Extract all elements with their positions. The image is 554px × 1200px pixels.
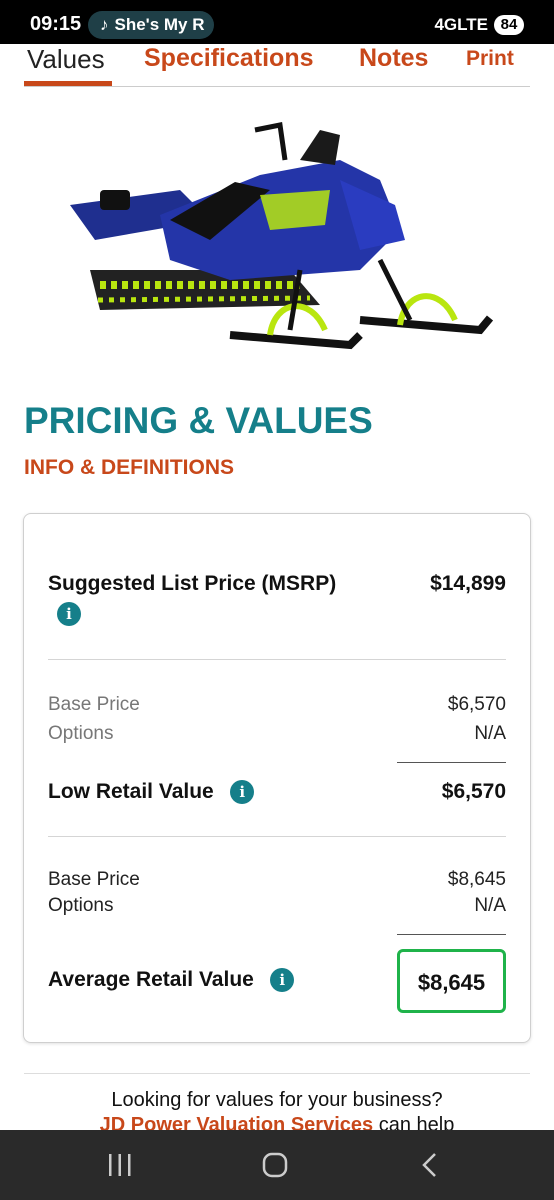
avg-retail-row: Average Retail Value i: [48, 967, 370, 996]
low-retail-label: Low Retail Value: [48, 780, 214, 803]
promo-text: Looking for values for your business?: [111, 1089, 443, 1111]
msrp-info-icon[interactable]: i: [57, 602, 81, 626]
back-icon[interactable]: [413, 1150, 447, 1180]
now-playing-chip[interactable]: ♪ She's My R: [88, 11, 214, 39]
avg-options-label: Options: [48, 895, 114, 916]
tab-print[interactable]: Print: [466, 47, 514, 71]
tab-divider: [24, 86, 530, 87]
clock: 09:15: [30, 13, 82, 35]
snowmobile-image: [70, 122, 494, 350]
low-retail-info-icon[interactable]: i: [230, 779, 255, 804]
low-options-row: Options N/A: [48, 723, 506, 747]
low-base-price-label: Base Price: [48, 694, 140, 715]
system-nav-bar: [0, 1130, 554, 1200]
avg-retail-highlight: $8,645: [397, 949, 506, 1013]
subtotal-divider: [397, 762, 506, 763]
msrp-row: Suggested List Price (MSRP) $14,899 i: [48, 572, 506, 632]
avg-base-price-value: $8,645: [447, 869, 506, 890]
tab-bar: Values Specifications Notes Print: [0, 44, 554, 88]
low-base-price-value: $6,570: [447, 694, 506, 715]
info-definitions-link[interactable]: INFO & DEFINITIONS: [24, 456, 234, 480]
pricing-values-heading: PRICING & VALUES: [24, 400, 373, 441]
tab-values[interactable]: Values: [27, 44, 105, 75]
card-divider: [48, 836, 506, 837]
low-retail-value: $6,570: [441, 780, 506, 803]
tab-specifications[interactable]: Specifications: [144, 44, 314, 73]
avg-retail-value: $8,645: [417, 970, 486, 995]
avg-options-row: Options N/A: [48, 895, 506, 919]
battery-indicator: 84: [494, 15, 524, 35]
avg-retail-label: Average Retail Value: [48, 968, 254, 991]
avg-options-value: N/A: [474, 895, 506, 916]
avg-retail-info-icon[interactable]: i: [270, 967, 295, 992]
music-note-icon: ♪: [100, 15, 109, 34]
status-bar: 09:15 ♪ She's My R 4GLTE 84: [0, 0, 554, 44]
home-icon[interactable]: [258, 1150, 292, 1180]
recent-apps-icon[interactable]: [103, 1150, 137, 1180]
low-retail-row: Low Retail Value i $6,570: [48, 779, 506, 808]
now-playing-title: She's My R: [114, 15, 205, 34]
low-base-row: Base Price $6,570: [48, 694, 506, 718]
section-divider: [24, 1073, 530, 1074]
avg-base-price-label: Base Price: [48, 869, 140, 890]
card-divider: [48, 659, 506, 660]
pricing-card: Suggested List Price (MSRP) $14,899 i Ba…: [23, 513, 531, 1043]
network-type: 4GLTE: [434, 15, 488, 34]
msrp-value: $14,899: [430, 572, 506, 595]
tab-notes[interactable]: Notes: [359, 44, 428, 73]
avg-base-row: Base Price $8,645: [48, 869, 506, 893]
subtotal-divider: [397, 934, 506, 935]
low-options-label: Options: [48, 723, 114, 744]
msrp-label: Suggested List Price (MSRP): [48, 572, 337, 595]
low-options-value: N/A: [474, 723, 506, 744]
